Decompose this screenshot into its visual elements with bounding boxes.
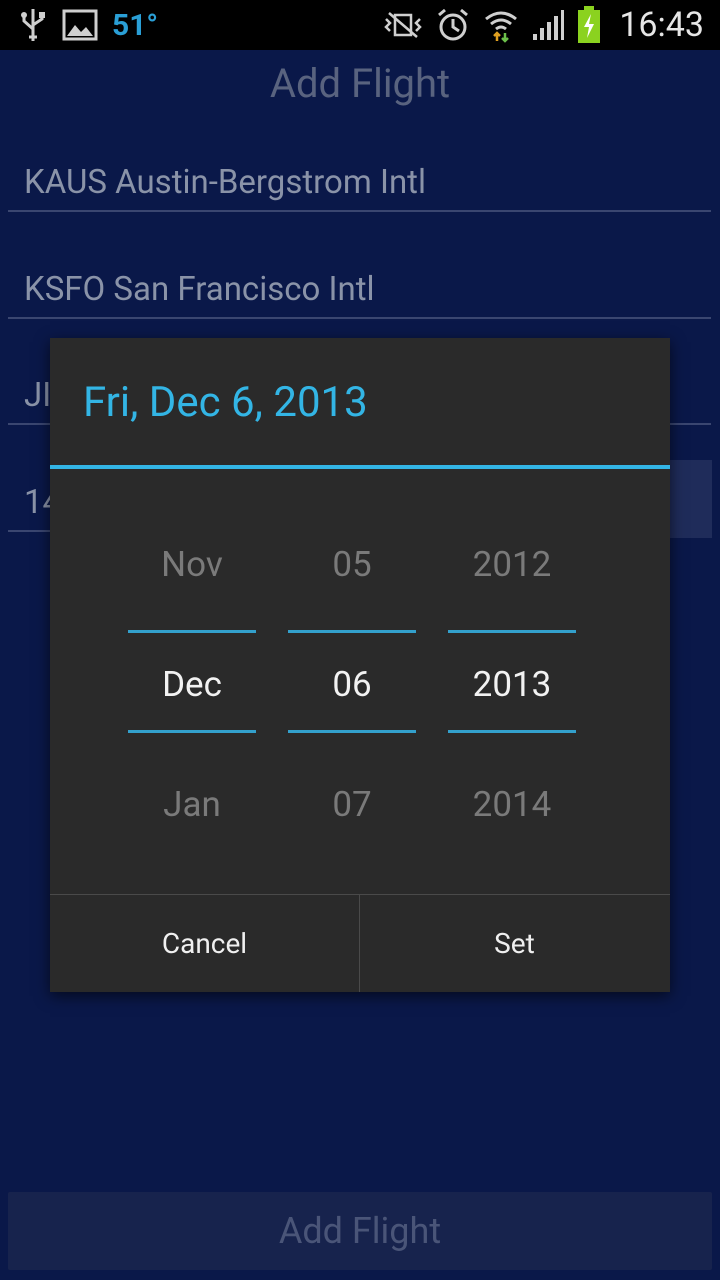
departure-airport-value: KAUS Austin-Bergstrom Intl bbox=[24, 163, 426, 202]
arrival-airport-value: KSFO San Francisco Intl bbox=[24, 270, 375, 309]
image-icon bbox=[62, 9, 98, 41]
signal-icon bbox=[531, 8, 565, 42]
year-divider-top bbox=[448, 630, 576, 633]
month-divider-top bbox=[128, 630, 256, 633]
clock-text: 16:43 bbox=[619, 5, 704, 45]
day-current[interactable]: 06 bbox=[288, 664, 416, 705]
usb-icon bbox=[18, 7, 48, 43]
status-bar-left: 51° bbox=[18, 6, 158, 44]
add-flight-button[interactable]: Add Flight bbox=[8, 1192, 712, 1270]
day-divider-bottom bbox=[288, 730, 416, 733]
year-prev[interactable]: 2012 bbox=[448, 544, 576, 585]
vibrate-off-icon bbox=[383, 9, 423, 41]
temperature-text: 51° bbox=[112, 7, 159, 43]
battery-charging-icon bbox=[577, 6, 601, 44]
year-divider-bottom bbox=[448, 730, 576, 733]
cancel-button[interactable]: Cancel bbox=[50, 895, 359, 992]
status-bar-right: 16:43 bbox=[383, 5, 704, 45]
year-next[interactable]: 2014 bbox=[448, 784, 576, 825]
date-picker-dialog: Fri, Dec 6, 2013 Nov Dec Jan 05 06 07 20… bbox=[50, 338, 670, 992]
day-picker[interactable]: 05 06 07 bbox=[288, 469, 416, 892]
departure-airport-field[interactable]: KAUS Austin-Bergstrom Intl bbox=[8, 150, 711, 212]
month-picker[interactable]: Nov Dec Jan bbox=[128, 469, 256, 892]
set-button[interactable]: Set bbox=[360, 895, 669, 992]
day-prev[interactable]: 05 bbox=[288, 544, 416, 585]
status-bar: 51° 16:43 bbox=[0, 0, 720, 50]
wifi-icon bbox=[483, 7, 519, 43]
year-current[interactable]: 2013 bbox=[448, 664, 576, 705]
year-picker[interactable]: 2012 2013 2014 bbox=[448, 469, 576, 892]
day-divider-top bbox=[288, 630, 416, 633]
month-divider-bottom bbox=[128, 730, 256, 733]
page-title: Add Flight bbox=[269, 60, 451, 107]
month-next[interactable]: Jan bbox=[128, 784, 256, 825]
day-next[interactable]: 07 bbox=[288, 784, 416, 825]
arrival-airport-field[interactable]: KSFO San Francisco Intl bbox=[8, 257, 711, 319]
airline-value: JI bbox=[24, 376, 52, 415]
month-current[interactable]: Dec bbox=[128, 664, 256, 705]
alarm-icon bbox=[435, 7, 471, 43]
dialog-title: Fri, Dec 6, 2013 bbox=[83, 378, 368, 427]
month-prev[interactable]: Nov bbox=[128, 544, 256, 585]
